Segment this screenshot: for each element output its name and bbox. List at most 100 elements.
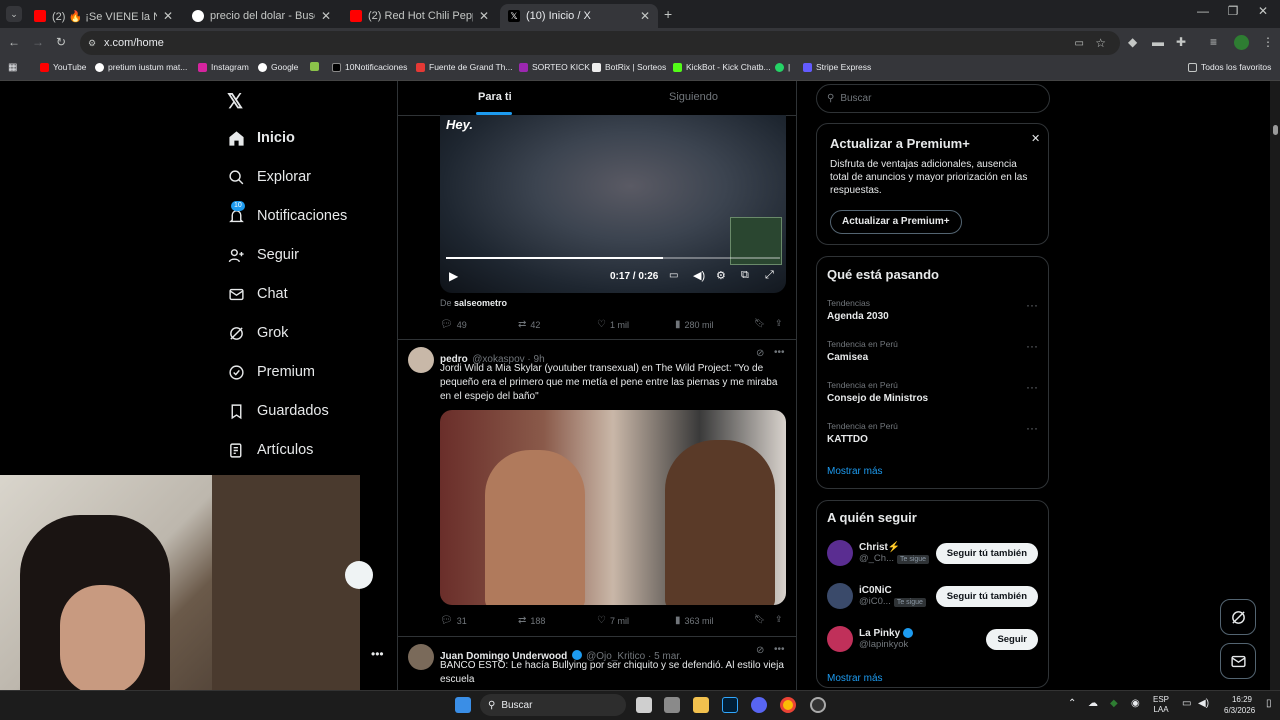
nav-item-home[interactable]: Inicio	[227, 129, 295, 147]
video-player[interactable]: Hey. ▶ 0:17 / 0:26 ▭ ◀) ⚙ ⧉ ⤢	[440, 115, 786, 293]
nav-item-follow[interactable]: Seguir	[227, 246, 299, 264]
follow-back-button[interactable]: Seguir tú también	[935, 543, 1038, 564]
language-indicator[interactable]: ESP LAA	[1153, 695, 1169, 715]
taskbar-search[interactable]: ⚲ Buscar	[480, 694, 626, 716]
profile-avatar[interactable]	[1234, 35, 1249, 50]
more-options-icon[interactable]: •••	[371, 647, 384, 661]
trend-item[interactable]: Tendencia en Perú Camisea	[827, 339, 898, 363]
bookmark-item[interactable]: KickBot - Kick Chatb...	[673, 62, 771, 72]
tray-chevron-icon[interactable]: ⌃	[1068, 698, 1076, 709]
views-button[interactable]: ▮ 363 mil	[675, 615, 714, 626]
share-icon[interactable]: ⇪	[775, 318, 783, 329]
extension-icon[interactable]: ◆	[1128, 35, 1137, 49]
volume-icon[interactable]: ◀)	[693, 269, 705, 282]
scrollbar[interactable]	[1270, 81, 1280, 690]
bookmark-star-icon[interactable]: ☆	[1095, 36, 1106, 50]
follow-suggestion[interactable]: Christ⚡ @_Ch... Te sigue	[827, 540, 930, 566]
nav-item-chat[interactable]: Chat	[227, 285, 288, 303]
browser-tab[interactable]: (2) Red Hot Chili Peppers- Scar✕	[342, 4, 497, 28]
follow-suggestion[interactable]: iC0NiC @iC0... Te sigue	[827, 583, 926, 609]
bookmark-item[interactable]: Fuente de Grand Th...	[416, 62, 512, 72]
clock[interactable]: 16:29 6/3/2026	[1224, 694, 1255, 716]
browser-tab-active[interactable]: 𝕏 (10) Inicio / X ✕	[500, 4, 658, 28]
more-icon[interactable]: ···	[1026, 421, 1038, 435]
nav-item-notifications[interactable]: 10 Notificaciones	[227, 201, 347, 225]
show-more-link[interactable]: Mostrar más	[827, 466, 883, 477]
trend-item[interactable]: Tendencia en Perú KATTDO	[827, 421, 898, 445]
nav-item-explore[interactable]: Explorar	[227, 168, 311, 186]
more-icon[interactable]: ···	[1026, 380, 1038, 394]
tray-icon[interactable]: ◉	[1131, 698, 1140, 709]
bookmark-item[interactable]: Stripe Express	[803, 62, 871, 72]
tab-for-you[interactable]: Para ti	[478, 91, 512, 103]
follow-button[interactable]: Seguir	[986, 629, 1038, 650]
nav-item-articles[interactable]: Artículos	[227, 441, 313, 459]
repost-button[interactable]: ⇄ 42	[518, 319, 540, 330]
browser-tab[interactable]: (2) 🔥 ¡Se VIENE la NOCHE DOR✕	[26, 4, 181, 28]
network-icon[interactable]: ☁	[1088, 698, 1098, 709]
notification-icon[interactable]: ▯	[1266, 698, 1272, 709]
address-bar[interactable]: ⚙ x.com/home ☆ ▭	[80, 31, 1120, 55]
discord-icon[interactable]	[751, 697, 767, 713]
forward-icon[interactable]: →	[32, 35, 44, 49]
trend-item[interactable]: Tendencia en Perú Consejo de Ministros	[827, 380, 928, 404]
share-icon[interactable]: ⇪	[775, 614, 783, 625]
messages-floating-button[interactable]	[1220, 643, 1256, 679]
close-icon[interactable]: ✕	[640, 9, 650, 23]
more-circle-button[interactable]	[345, 561, 373, 589]
bookmark-item[interactable]: Instagram	[198, 62, 249, 72]
trend-item[interactable]: Tendencias Agenda 2030	[827, 298, 889, 322]
bookmark-item[interactable]: BotRix | Sorteos	[592, 62, 666, 72]
reload-icon[interactable]: ↻	[56, 35, 66, 49]
fullscreen-icon[interactable]: ⤢	[765, 269, 774, 282]
video-progress-track[interactable]	[446, 257, 780, 259]
bookmark-item[interactable]: YouTube	[40, 62, 86, 72]
like-button[interactable]: ♡ 7 mil	[597, 615, 629, 626]
app-icon[interactable]	[664, 697, 680, 713]
tray-icon[interactable]: ◆	[1110, 698, 1118, 709]
avatar[interactable]	[408, 644, 434, 670]
app-icon[interactable]	[810, 697, 826, 713]
nav-item-premium[interactable]: Premium	[227, 363, 315, 381]
views-button[interactable]: ▮ 280 mil	[675, 319, 714, 330]
follow-suggestion[interactable]: La Pinky @lapinkyok	[827, 626, 913, 652]
search-input[interactable]: ⚲ Buscar	[816, 84, 1050, 113]
avatar[interactable]	[408, 347, 434, 373]
nav-item-grok[interactable]: Grok	[227, 324, 288, 342]
site-info-icon[interactable]: ⚙	[88, 38, 96, 49]
bookmark-icon[interactable]: 🔖︎	[754, 614, 765, 625]
back-icon[interactable]: ←	[8, 35, 20, 49]
post-image[interactable]	[440, 410, 786, 605]
bookmark-item[interactable]: SORTEO KICK	[519, 62, 590, 72]
grok-icon[interactable]: ⊘	[756, 348, 764, 359]
bookmark-icon[interactable]: 🔖︎	[754, 318, 765, 329]
x-logo-icon[interactable]: 𝕏	[227, 89, 243, 114]
browser-tab[interactable]: precio del dolar - Buscar con Goo✕	[184, 4, 339, 28]
bookmark-item[interactable]: Google	[258, 62, 298, 72]
new-tab-button[interactable]: +	[664, 6, 672, 22]
play-icon[interactable]: ▶	[449, 269, 458, 283]
more-icon[interactable]: ···	[1026, 298, 1038, 312]
reading-list-icon[interactable]: ≡	[1210, 35, 1217, 49]
close-icon[interactable]: ✕	[1031, 132, 1040, 145]
scrollbar-thumb[interactable]	[1273, 125, 1278, 135]
grok-icon[interactable]: ⊘	[756, 645, 764, 656]
chrome-icon[interactable]	[780, 697, 796, 713]
puzzle-icon[interactable]: ✚	[1176, 35, 1186, 49]
captions-icon[interactable]: ▭	[669, 270, 678, 281]
display-icon[interactable]: ▭	[1182, 698, 1191, 709]
photoshop-icon[interactable]	[722, 697, 738, 713]
popout-icon[interactable]: ⧉	[741, 269, 749, 282]
tab-following[interactable]: Siguiendo	[669, 91, 718, 103]
close-icon[interactable]: ✕	[321, 9, 331, 23]
task-view-icon[interactable]	[636, 697, 652, 713]
maximize-button[interactable]: ❐	[1218, 4, 1248, 18]
repost-button[interactable]: ⇄ 188	[518, 615, 545, 626]
bookmark-item[interactable]: |	[775, 62, 790, 72]
settings-icon[interactable]: ⚙	[716, 269, 726, 282]
volume-icon[interactable]: ◀)	[1198, 698, 1209, 709]
bookmark-item[interactable]	[310, 62, 323, 71]
tab-search-icon[interactable]: ⌄	[6, 6, 22, 22]
reply-button[interactable]: 💬︎ 31	[440, 615, 467, 626]
close-window-button[interactable]: ✕	[1248, 4, 1278, 18]
